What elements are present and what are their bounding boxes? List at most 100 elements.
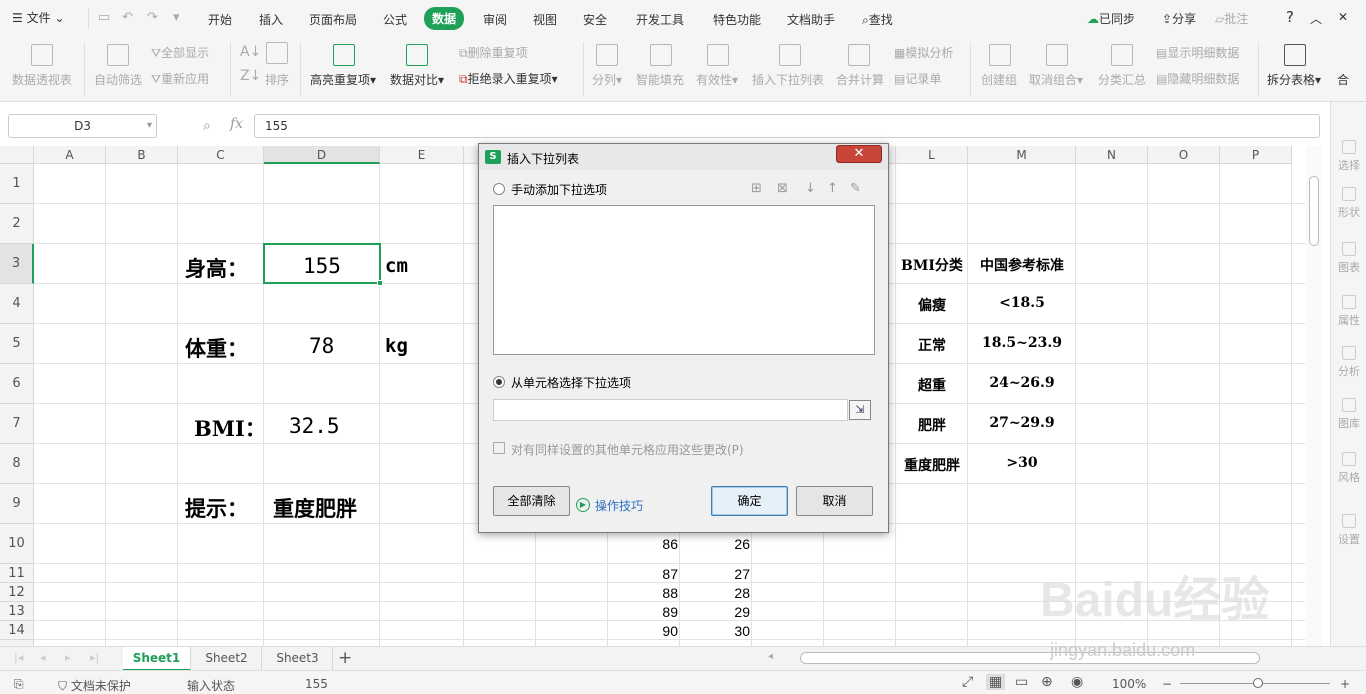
row-header-selected[interactable]: 3 <box>0 244 34 284</box>
weight-value[interactable]: 78 <box>309 334 334 358</box>
row-header[interactable]: 13 <box>0 602 34 621</box>
next-sheet-icon[interactable]: ▸ <box>65 651 71 664</box>
move-up-icon[interactable]: ↑ <box>827 181 838 196</box>
scrollbar-thumb[interactable] <box>1309 176 1319 246</box>
row-header[interactable]: 7 <box>0 404 34 444</box>
cancel-button[interactable]: 取消 <box>796 486 873 516</box>
row-header[interactable]: 12 <box>0 583 34 602</box>
zoom-search-icon[interactable]: ⌕ <box>203 118 211 134</box>
cell-range-input[interactable] <box>493 399 848 421</box>
undo-icon[interactable]: ↶ <box>122 10 133 25</box>
sort-desc-icon[interactable]: Z↓ <box>240 68 261 84</box>
dialog-close-button[interactable]: ✕ <box>836 145 882 163</box>
fullscreen-icon[interactable]: ⤢ <box>962 674 973 690</box>
add-item-icon[interactable]: ⊞ <box>751 181 762 196</box>
scroll-left-icon[interactable]: ◂ <box>768 651 773 662</box>
row-header[interactable]: 9 <box>0 484 34 524</box>
column-header[interactable]: E <box>380 146 464 164</box>
record-button[interactable]: ▤记录单 <box>894 70 941 87</box>
protect-status[interactable]: ⛉ 文档未保护 <box>58 677 131 694</box>
split-table-button[interactable]: 拆分表格▾ <box>1267 71 1321 88</box>
move-down-icon[interactable]: ↓ <box>805 181 816 196</box>
vertical-scrollbar[interactable] <box>1306 146 1322 646</box>
column-header[interactable]: P <box>1220 146 1292 164</box>
tab-view[interactable]: 视图 <box>533 11 557 28</box>
zoom-in-icon[interactable]: + <box>1340 677 1350 691</box>
subtotal-button[interactable]: 分类汇总 <box>1098 71 1146 88</box>
panel-settings[interactable]: 设置 <box>1331 514 1366 547</box>
row-header[interactable]: 10 <box>0 524 34 564</box>
column-header[interactable]: A <box>34 146 106 164</box>
radio-manual[interactable] <box>493 183 505 195</box>
clear-all-button[interactable]: 全部清除 <box>493 486 570 516</box>
column-header[interactable]: N <box>1076 146 1148 164</box>
tab-page-layout[interactable]: 页面布局 <box>309 11 357 28</box>
active-cell-selection[interactable] <box>263 243 383 286</box>
prev-sheet-icon[interactable]: ◂ <box>40 651 46 664</box>
sort-asc-icon[interactable]: A↓ <box>240 44 261 60</box>
customize-icon[interactable]: ▾ <box>173 10 180 25</box>
sort-button[interactable]: 排序 <box>265 71 289 88</box>
tab-data[interactable]: 数据 <box>424 7 465 30</box>
radio-from-cells-label[interactable]: 从单元格选择下拉选项 <box>511 374 631 391</box>
fill-handle[interactable] <box>377 280 383 286</box>
create-group-button[interactable]: 创建组 <box>981 71 1017 88</box>
simulate-button[interactable]: ▦模拟分析 <box>894 44 953 61</box>
panel-shape[interactable]: 形状 <box>1331 187 1366 220</box>
annotate-button[interactable]: ▱批注 <box>1215 10 1248 27</box>
smart-fill-button[interactable]: 智能填充 <box>636 71 684 88</box>
eye-protection-icon[interactable]: ◉ <box>1071 674 1083 690</box>
name-box[interactable]: D3 ▾ <box>8 114 157 138</box>
insert-dropdown-button[interactable]: 插入下拉列表 <box>752 71 824 88</box>
tab-formula[interactable]: 公式 <box>383 11 407 28</box>
highlight-duplicates-button[interactable]: 高亮重复项▾ <box>310 71 376 88</box>
panel-properties[interactable]: 属性 <box>1331 295 1366 328</box>
radio-from-cells[interactable] <box>493 376 505 388</box>
range-select-button[interactable]: ⇲ <box>849 400 871 420</box>
panel-gallery[interactable]: 图库 <box>1331 398 1366 431</box>
function-icon[interactable]: fx <box>230 116 243 132</box>
autofilter-button[interactable]: 自动筛选 <box>94 71 142 88</box>
tab-start[interactable]: 开始 <box>208 11 232 28</box>
sheet-tab-2[interactable]: Sheet2 <box>192 647 262 671</box>
delete-item-icon[interactable]: ⊠ <box>777 181 788 196</box>
show-detail-button[interactable]: ▤显示明细数据 <box>1156 44 1239 61</box>
select-all-corner[interactable] <box>0 146 34 164</box>
zoom-slider-knob[interactable] <box>1253 678 1263 688</box>
add-sheet-icon[interactable]: + <box>338 648 352 668</box>
column-header[interactable]: C <box>178 146 264 164</box>
edit-item-icon[interactable]: ✎ <box>850 181 861 196</box>
column-header[interactable]: M <box>968 146 1076 164</box>
share-button[interactable]: ⇪分享 <box>1162 10 1196 27</box>
minimize-ribbon-icon[interactable]: ︿ <box>1310 10 1322 27</box>
validity-button[interactable]: 有效性▾ <box>696 71 738 88</box>
file-menu-button[interactable]: ☰ 文件 ⌄ <box>12 9 65 26</box>
ungroup-button[interactable]: 取消组合▾ <box>1029 71 1083 88</box>
panel-style[interactable]: 风格 <box>1331 452 1366 485</box>
tips-link[interactable]: 操作技巧 <box>595 497 643 514</box>
redo-icon[interactable]: ↷ <box>147 10 158 25</box>
tab-security[interactable]: 安全 <box>583 11 607 28</box>
consolidate-button[interactable]: 合并计算 <box>836 71 884 88</box>
row-header[interactable]: 5 <box>0 324 34 364</box>
search-button[interactable]: ⌕查找 <box>862 11 893 28</box>
help-icon[interactable]: ? <box>1286 8 1294 26</box>
tab-developer[interactable]: 开发工具 <box>636 11 684 28</box>
delete-duplicates-button[interactable]: ⧉删除重复项 <box>459 44 528 61</box>
row-header[interactable]: 1 <box>0 164 34 204</box>
split-column-button[interactable]: 分列▾ <box>592 71 622 88</box>
ok-button[interactable]: 确定 <box>711 486 788 516</box>
column-header[interactable]: O <box>1148 146 1220 164</box>
pivot-table-button[interactable]: 数据透视表 <box>12 71 72 88</box>
row-header[interactable]: 8 <box>0 444 34 484</box>
dialog-title-bar[interactable]: S 插入下拉列表 ✕ <box>479 144 888 170</box>
tab-insert[interactable]: 插入 <box>259 11 283 28</box>
panel-select[interactable]: 选择 <box>1331 140 1366 173</box>
tab-review[interactable]: 审阅 <box>483 11 507 28</box>
column-header-selected[interactable]: D <box>264 146 380 164</box>
row-header[interactable]: 11 <box>0 564 34 583</box>
normal-view-icon[interactable]: ▦ <box>986 674 1006 690</box>
reapply-button[interactable]: ⛛重新应用 <box>151 70 209 87</box>
row-header[interactable]: 14 <box>0 621 34 640</box>
dropdown-items-list[interactable] <box>493 205 875 355</box>
